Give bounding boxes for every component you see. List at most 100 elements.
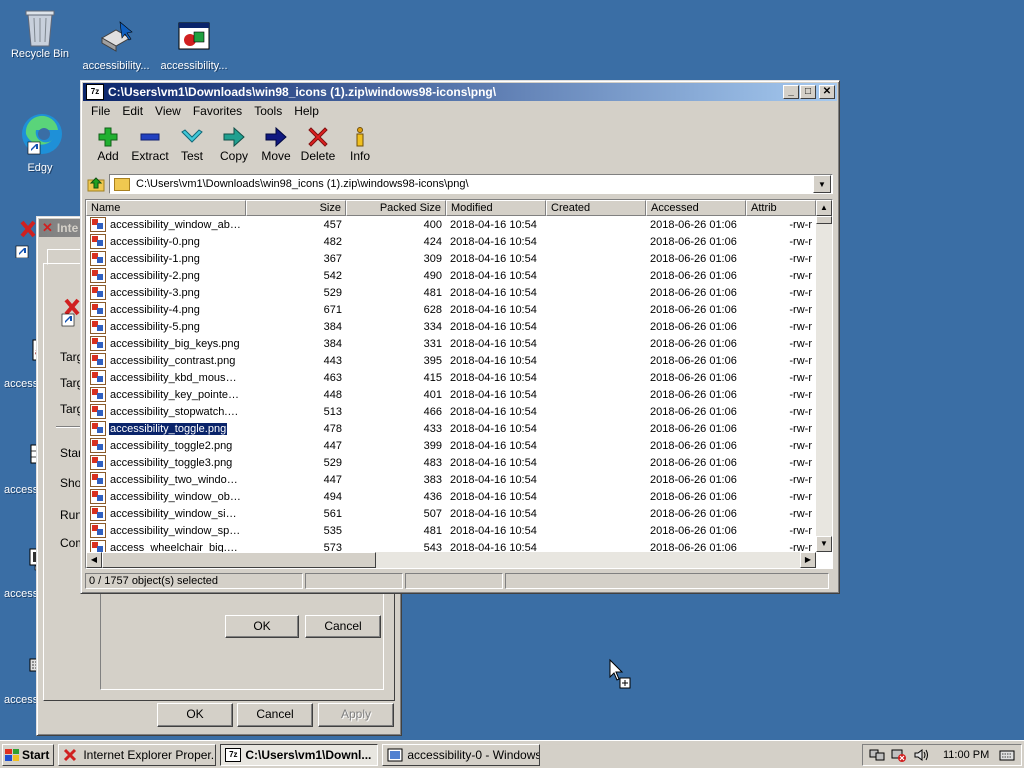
table-row[interactable]: accessibility_toggle3.png 529 483 2018-04-1… xyxy=(86,454,816,471)
menu-tools[interactable]: Tools xyxy=(248,104,288,118)
vertical-scrollbar[interactable]: ▲ ▼ xyxy=(816,200,832,552)
delete-button[interactable]: Delete xyxy=(297,125,339,163)
volume-icon[interactable] xyxy=(913,747,929,763)
move-button[interactable]: Move xyxy=(255,125,297,163)
table-row[interactable]: accessibility_stopwatch.png 513 466 2018-04… xyxy=(86,403,816,420)
table-row[interactable]: accessibility-1.png 367 309 2018-04-16 10:5… xyxy=(86,250,816,267)
table-row[interactable]: accessibility_two_window... 447 383 2018-04… xyxy=(86,471,816,488)
file-modified-cell: 2018-04-16 10:54 xyxy=(450,405,537,418)
file-name-cell: accessibility-5.png xyxy=(86,319,246,334)
table-row[interactable]: accessibility_contrast.png 443 395 2018-04-… xyxy=(86,352,816,369)
file-name: accessibility_kbd_mouse.... xyxy=(110,371,242,384)
column-header-size[interactable]: Size xyxy=(246,200,346,216)
desktop-icon-accessibility-2[interactable]: accessibility... xyxy=(154,20,234,72)
start-button[interactable]: Start xyxy=(2,743,55,766)
scroll-left-button[interactable]: ◀ xyxy=(86,552,102,568)
menu-help[interactable]: Help xyxy=(288,104,325,118)
taskbar-item-ie-properties[interactable]: Internet Explorer Proper... xyxy=(58,743,217,766)
table-row[interactable]: accessibility_key_pointer.... 448 401 2018-… xyxy=(86,386,816,403)
taskbar-item-image-viewer[interactable]: accessibility-0 - Windows... xyxy=(382,743,541,766)
menu-favorites[interactable]: Favorites xyxy=(187,104,248,118)
add-button[interactable]: Add xyxy=(87,125,129,163)
windows-logo-icon xyxy=(5,748,19,761)
test-button[interactable]: Test xyxy=(171,125,213,163)
png-file-icon xyxy=(90,234,106,249)
taskbar-item-label: Internet Explorer Proper... xyxy=(83,747,217,762)
menu-edit[interactable]: Edit xyxy=(116,104,149,118)
file-packed-cell: 383 xyxy=(423,473,442,486)
table-row[interactable]: accessibility-2.png 542 490 2018-04-16 10:5… xyxy=(86,267,816,284)
checkmark-icon xyxy=(171,125,213,149)
address-input[interactable]: C:\Users\vm1\Downloads\win98_icons (1).z… xyxy=(109,174,833,194)
info-button[interactable]: Info xyxy=(339,125,381,163)
table-row[interactable]: accessibility-5.png 384 334 2018-04-16 10:5… xyxy=(86,318,816,335)
horizontal-scroll-thumb[interactable] xyxy=(102,552,376,568)
file-attrib-cell: -rw-r xyxy=(789,354,812,367)
table-row[interactable]: accessibility-3.png 529 481 2018-04-16 10:5… xyxy=(86,284,816,301)
file-name: accessibility_toggle2.png xyxy=(110,439,233,452)
table-row[interactable]: accessibility-4.png 671 628 2018-04-16 10:5… xyxy=(86,301,816,318)
table-row[interactable]: accessibility_window_abc.... 457 400 2018-0… xyxy=(86,216,816,233)
file-attrib-cell: -rw-r xyxy=(789,337,812,350)
column-header-modified[interactable]: Modified xyxy=(446,200,546,216)
table-row[interactable]: accessibility_kbd_mouse.... 463 415 2018-04… xyxy=(86,369,816,386)
file-name-cell: accessibility_big_keys.png xyxy=(86,336,246,351)
minimize-icon[interactable]: _ xyxy=(783,85,799,99)
ie-label-start-in: Star xyxy=(60,446,83,460)
menu-file[interactable]: File xyxy=(85,104,116,118)
file-name: accessibility_stopwatch.png xyxy=(110,405,242,418)
maximize-icon[interactable]: □ xyxy=(800,85,816,99)
extract-button[interactable]: Extract xyxy=(129,125,171,163)
vertical-scroll-thumb[interactable] xyxy=(816,216,832,224)
table-row[interactable]: accessibility-0.png 482 424 2018-04-16 10:5… xyxy=(86,233,816,250)
png-file-icon xyxy=(90,455,106,470)
ie-inner-cancel-button[interactable]: Cancel xyxy=(305,615,381,638)
file-accessed-cell: 2018-06-26 01:06 xyxy=(650,490,737,503)
sevenzip-titlebar[interactable]: 7z C:\Users\vm1\Downloads\win98_icons (1… xyxy=(83,83,837,101)
table-row[interactable]: accessibility_window_objs... 494 436 2018-0… xyxy=(86,488,816,505)
ie-label-run: Run xyxy=(60,508,83,522)
taskbar-item-label: accessibility-0 - Windows... xyxy=(407,747,541,762)
table-row[interactable]: accessibility_big_keys.png 384 331 2018-04-… xyxy=(86,335,816,352)
clock[interactable]: 11:00 PM xyxy=(943,749,989,761)
file-packed-cell: 481 xyxy=(423,524,442,537)
menu-view[interactable]: View xyxy=(149,104,187,118)
close-icon[interactable]: ✕ xyxy=(819,85,835,99)
png-file-icon xyxy=(90,370,106,385)
file-accessed-cell: 2018-06-26 01:06 xyxy=(650,252,737,265)
add-label: Add xyxy=(97,149,119,163)
column-header-created[interactable]: Created xyxy=(546,200,646,216)
column-header-packed-size[interactable]: Packed Size xyxy=(346,200,446,216)
address-dropdown-button[interactable]: ▼ xyxy=(813,175,831,193)
file-modified-cell: 2018-04-16 10:54 xyxy=(450,524,537,537)
keyboard-tray-icon[interactable] xyxy=(999,747,1015,763)
file-name-cell: accessibility_two_window... xyxy=(86,472,246,487)
taskbar-item-7zip[interactable]: 7z C:\Users\vm1\Downl... xyxy=(220,743,379,766)
copy-button[interactable]: Copy xyxy=(213,125,255,163)
column-header-name[interactable]: Name xyxy=(86,200,246,216)
table-row[interactable]: accessibility_window_spe... 535 481 2018-04… xyxy=(86,522,816,539)
up-folder-button[interactable] xyxy=(85,174,107,194)
ie-inner-ok-button[interactable]: OK xyxy=(225,615,299,638)
file-name: accessibility-1.png xyxy=(110,252,200,265)
table-row[interactable]: accessibility_toggle2.png 447 399 2018-04-1… xyxy=(86,437,816,454)
desktop-icon-edgy[interactable]: Edgy xyxy=(0,112,80,174)
desktop-icon-label: accessibility... xyxy=(160,60,228,72)
delete-label: Delete xyxy=(300,149,336,163)
network-icon[interactable] xyxy=(869,747,885,763)
ie-cancel-button[interactable]: Cancel xyxy=(237,703,313,727)
table-row[interactable]: accessibility_window_sign... 561 507 2018-0… xyxy=(86,505,816,522)
column-header-accessed[interactable]: Accessed xyxy=(646,200,746,216)
desktop-icon-recycle-bin[interactable]: Recycle Bin xyxy=(0,8,80,60)
scroll-right-button[interactable]: ▶ xyxy=(800,552,816,568)
column-header-attrib[interactable]: Attrib xyxy=(746,200,816,216)
table-row[interactable]: accessibility_toggle.png 478 433 2018-04-16… xyxy=(86,420,816,437)
network-error-icon[interactable] xyxy=(891,747,907,763)
scroll-up-button[interactable]: ▲ xyxy=(816,200,832,216)
scroll-down-button[interactable]: ▼ xyxy=(816,536,832,552)
horizontal-scrollbar[interactable]: ◀ ▶ xyxy=(86,552,816,568)
desktop-icon-accessibility-1[interactable]: accessibility... xyxy=(76,20,156,72)
ie-apply-button[interactable]: Apply xyxy=(318,703,394,727)
file-list[interactable]: Name Size Packed Size Modified Created A… xyxy=(85,199,833,569)
ie-ok-button[interactable]: OK xyxy=(157,703,233,727)
